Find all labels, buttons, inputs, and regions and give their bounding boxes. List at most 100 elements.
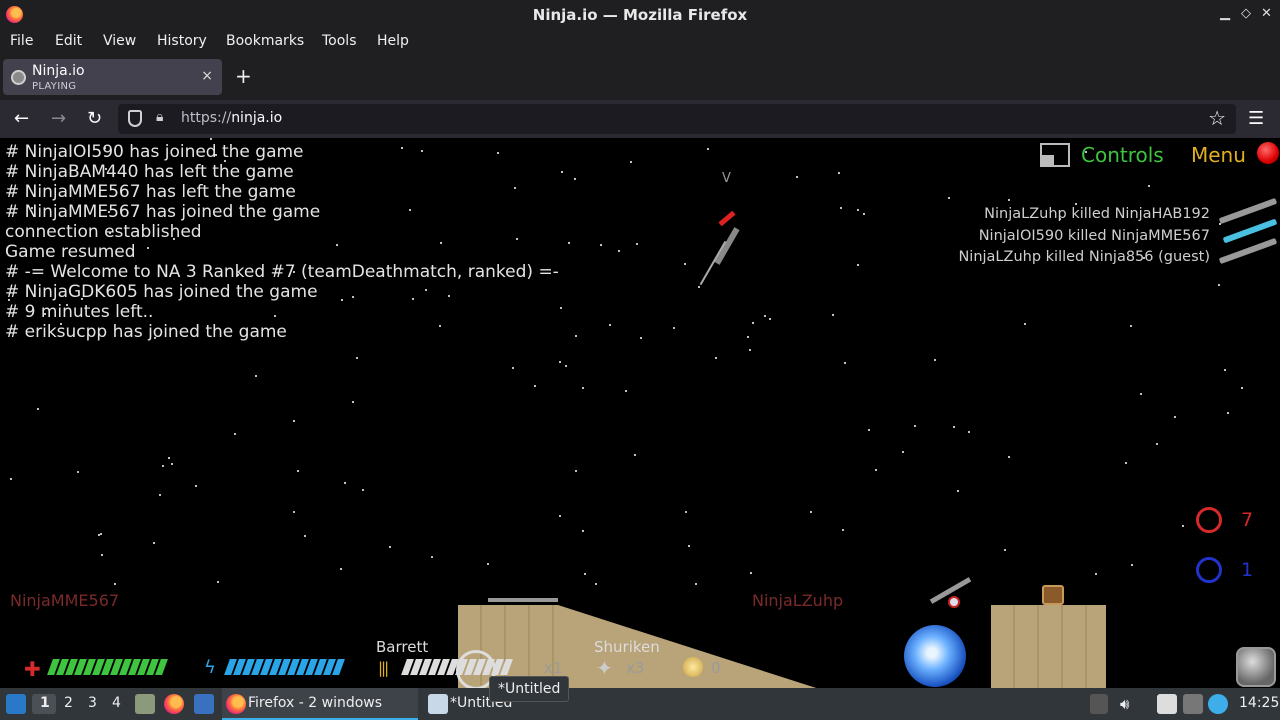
menu-view[interactable]: View — [103, 33, 136, 49]
star — [297, 470, 299, 472]
star — [1241, 387, 1243, 389]
workspace-1[interactable]: 1 — [40, 695, 50, 711]
forward-icon[interactable]: → — [51, 108, 66, 129]
fullscreen-icon[interactable] — [1040, 143, 1070, 167]
tracking-shield-icon[interactable] — [128, 110, 142, 127]
workspace-2[interactable]: 2 — [64, 695, 73, 711]
file-manager-icon[interactable] — [135, 694, 155, 714]
star — [568, 242, 570, 244]
star — [685, 511, 687, 513]
tray-expand-icon[interactable] — [1090, 694, 1108, 714]
menu-help[interactable]: Help — [377, 33, 409, 49]
star — [10, 478, 12, 480]
star — [340, 568, 342, 570]
menu-file[interactable]: File — [10, 33, 33, 49]
desktop-icon[interactable] — [194, 694, 214, 714]
star — [1125, 462, 1127, 464]
star — [114, 583, 116, 585]
star — [636, 243, 638, 245]
tab-subtitle: PLAYING — [32, 81, 77, 92]
star — [159, 494, 161, 496]
star — [1182, 525, 1184, 527]
game-canvas[interactable]: # NinjaIOI590 has joined the game # Ninj… — [0, 138, 1280, 688]
clock: 14:25 — [1239, 695, 1280, 711]
back-icon[interactable]: ← — [14, 108, 29, 129]
menu-button[interactable]: Menu — [1191, 143, 1246, 167]
star — [356, 357, 358, 359]
star — [1024, 323, 1026, 325]
star — [168, 457, 170, 459]
star — [352, 401, 354, 403]
star — [255, 375, 257, 377]
clipboard-icon[interactable] — [1157, 694, 1177, 714]
close-tab-icon[interactable]: × — [201, 68, 213, 84]
chat-line: # NinjaMME567 has left the game — [5, 182, 296, 202]
star — [747, 336, 749, 338]
star — [832, 314, 834, 316]
url-protocol: https:// — [181, 110, 232, 126]
menu-edit[interactable]: Edit — [55, 33, 82, 49]
address-bar[interactable]: 🔒︎ https://ninja.io ☆ — [118, 104, 1236, 134]
volume-icon[interactable]: 🔊︎ — [1120, 695, 1129, 713]
star — [600, 244, 602, 246]
star — [304, 535, 306, 537]
chat-line: # NinjaIOI590 has joined the game — [5, 142, 304, 162]
lock-icon[interactable]: 🔒︎ — [156, 109, 163, 125]
player-marker-icon: V — [722, 171, 731, 186]
star — [863, 213, 865, 215]
record-icon[interactable] — [1257, 142, 1279, 164]
restore-icon[interactable]: ◇ — [1241, 6, 1251, 21]
coin-count: 0 — [711, 659, 721, 677]
blue-team-score: 1 — [1241, 559, 1254, 581]
star — [582, 387, 584, 389]
network-icon[interactable] — [1208, 694, 1228, 714]
minimize-icon[interactable]: ▁ — [1220, 6, 1230, 21]
menu-bar: File Edit View History Bookmarks Tools H… — [0, 30, 1280, 56]
star — [953, 426, 955, 428]
star — [707, 148, 709, 150]
menu-bookmarks[interactable]: Bookmarks — [226, 33, 304, 49]
url-text[interactable]: https://ninja.io — [181, 110, 282, 126]
star — [293, 511, 295, 513]
red-team-score: 7 — [1241, 509, 1254, 531]
app-launcher-icon[interactable] — [6, 694, 26, 714]
tab-ninja-io[interactable]: Ninja.io PLAYING × — [3, 59, 222, 95]
app-menu-icon[interactable]: ☰ — [1248, 108, 1264, 129]
star — [840, 207, 842, 209]
star — [1004, 549, 1006, 551]
star — [810, 511, 812, 513]
workspace-3[interactable]: 3 — [88, 695, 97, 711]
energy-icon: ϟ — [204, 657, 216, 678]
star — [902, 451, 904, 453]
star — [217, 581, 219, 583]
menu-tools[interactable]: Tools — [322, 33, 357, 49]
star — [684, 263, 686, 265]
star — [1148, 185, 1150, 187]
star — [857, 264, 859, 266]
display-icon[interactable] — [1183, 694, 1203, 714]
kill-feed-entry: NinjaIOI590 killed NinjaMME567 — [978, 228, 1210, 244]
reload-icon[interactable]: ↻ — [87, 108, 102, 129]
url-host: ninja.io — [231, 110, 283, 126]
star — [698, 286, 700, 288]
task-firefox[interactable]: Firefox - 2 windows — [222, 688, 418, 720]
star — [1174, 416, 1176, 418]
star — [293, 420, 295, 422]
kill-feed-entry: NinjaLZuhp killed Ninja856 (guest) — [958, 249, 1210, 265]
star — [630, 161, 632, 163]
tab-strip: Ninja.io PLAYING × + — [0, 56, 1280, 100]
player-name-label: NinjaMME567 — [10, 591, 120, 610]
bookmark-star-icon[interactable]: ☆ — [1208, 106, 1226, 130]
star — [640, 337, 642, 339]
new-tab-button[interactable]: + — [235, 64, 252, 88]
firefox-launcher-icon[interactable] — [164, 694, 184, 714]
close-window-icon[interactable]: ✕ — [1261, 6, 1272, 21]
menu-history[interactable]: History — [157, 33, 207, 49]
task-firefox-label: Firefox - 2 windows — [248, 695, 383, 711]
grenade-button[interactable] — [1236, 647, 1276, 687]
workspace-4[interactable]: 4 — [112, 695, 121, 711]
controls-button[interactable]: Controls — [1081, 143, 1164, 167]
star — [37, 408, 39, 410]
blue-team-crosshair-icon — [1196, 557, 1222, 583]
site-favicon-icon — [11, 70, 26, 85]
